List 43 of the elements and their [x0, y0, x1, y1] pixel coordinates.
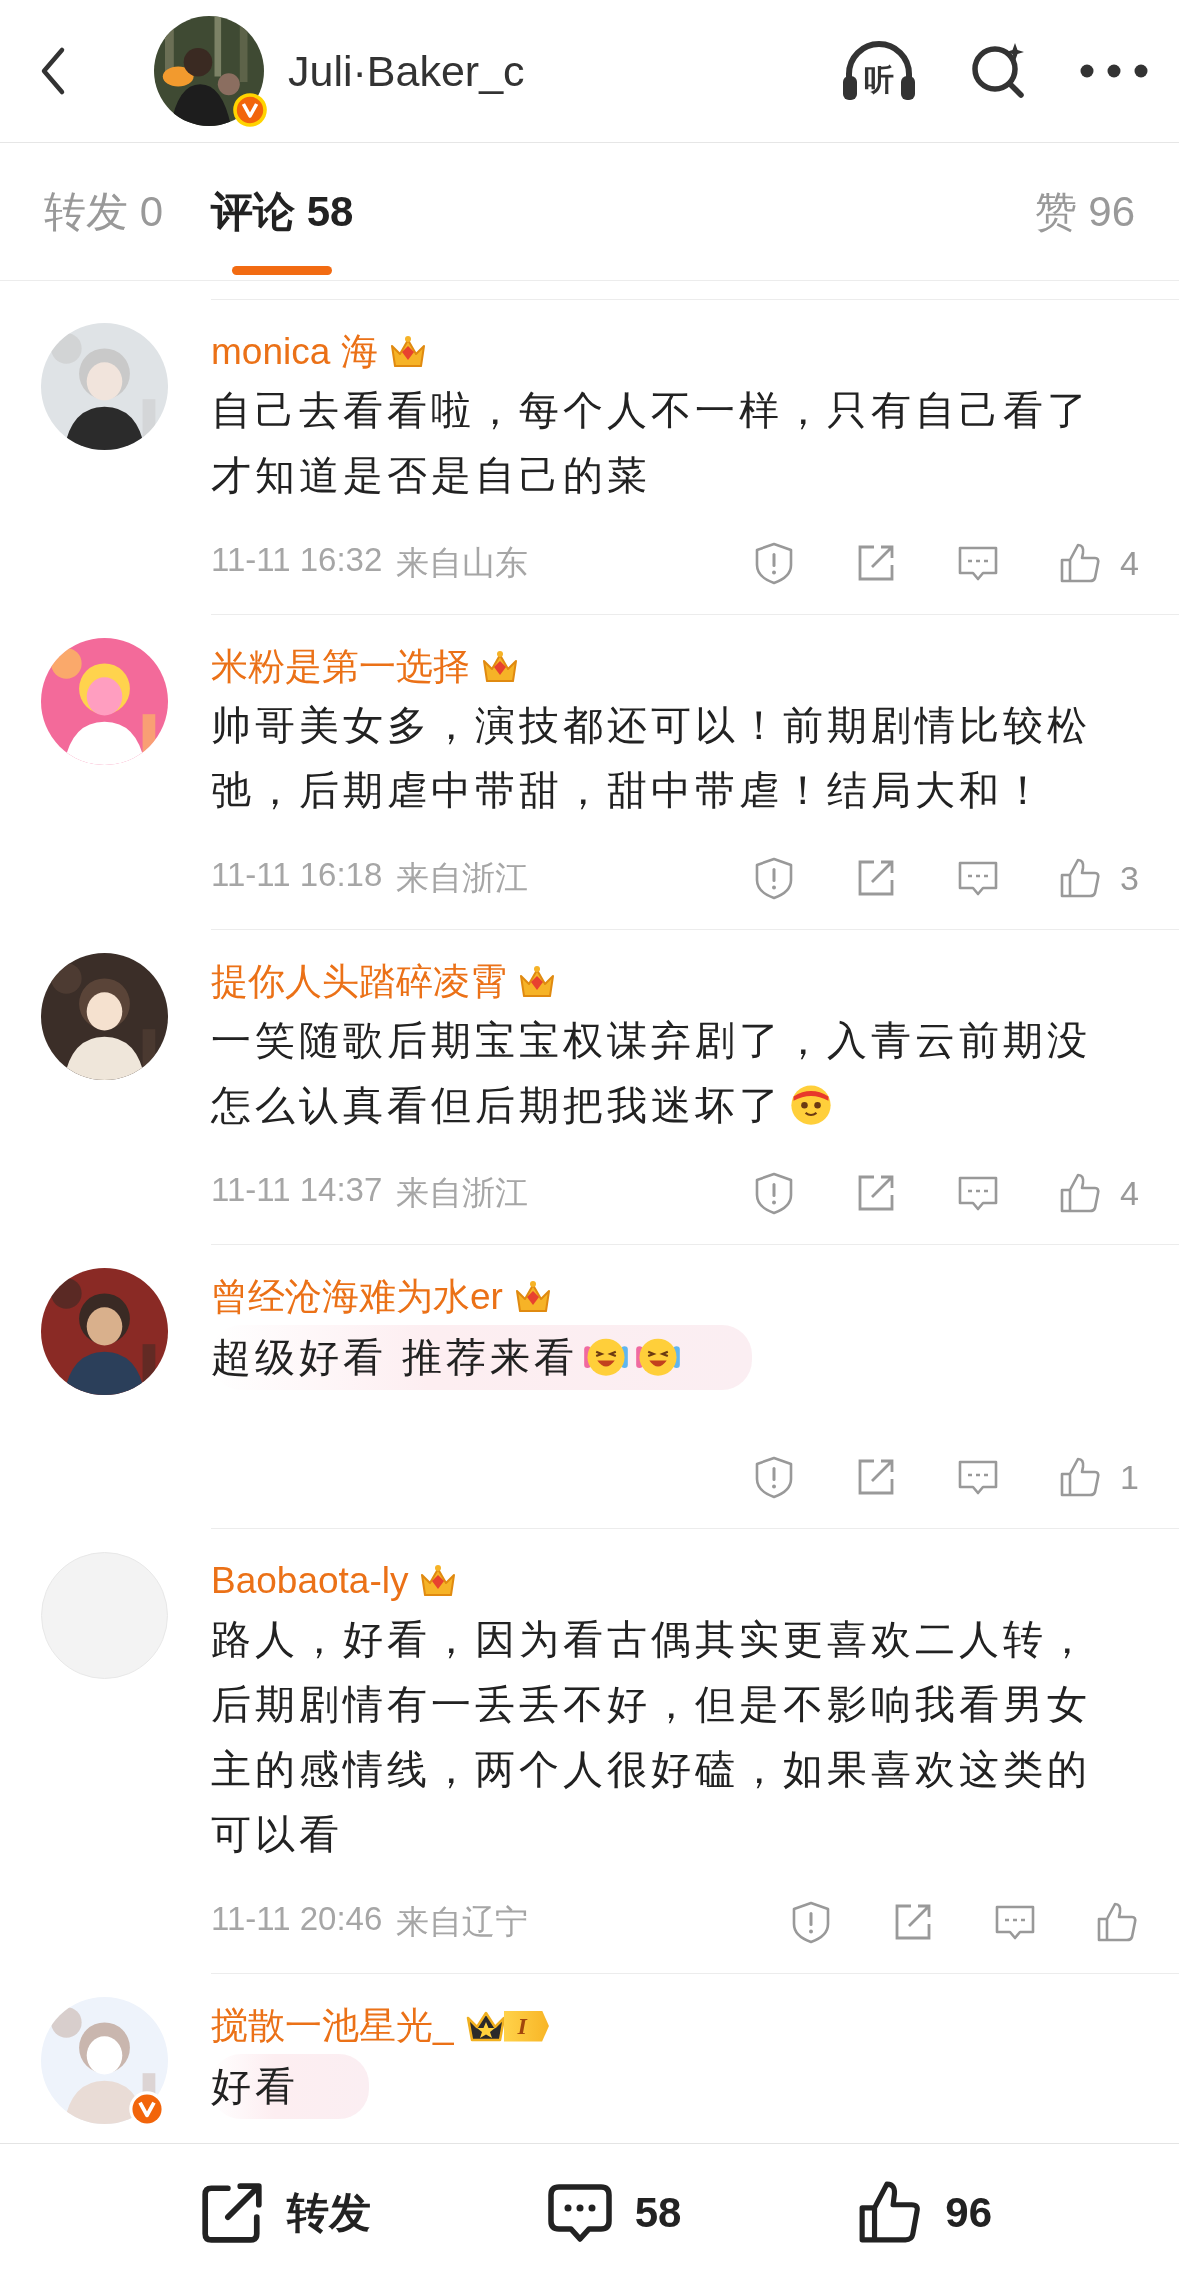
comment-time: 11-11 14:37 [211, 1170, 383, 1210]
commenter-name[interactable]: 提你人头踏碎凌霄 [211, 957, 507, 1007]
comment-location: 来自山东 [396, 542, 529, 583]
comment-text: 可以看 [211, 1812, 343, 1856]
comment-text: 路人，好看，因为看古偶其实更喜欢二人转， [211, 1617, 1091, 1661]
comment-text: 怎么认真看但后期把我迷坏了 [211, 1083, 783, 1127]
like-count: 4 [1120, 543, 1139, 583]
user-name: Juli·Baker_c [288, 46, 525, 96]
comment-location: 来自浙江 [396, 857, 529, 898]
comment-time: 11-11 16:18 [211, 855, 383, 895]
tab[interactable]: 转发 0 [44, 142, 164, 281]
commenter-name[interactable]: 曾经沧海难为水er [211, 1272, 503, 1322]
comment-button[interactable]: 58 [544, 2180, 682, 2246]
level-tag: I [503, 2010, 549, 2042]
comment-time: 11-11 16:32 [211, 540, 383, 580]
commenter-name[interactable]: 搅散一池星光_ [211, 2001, 454, 2051]
comment-text: 后期剧情有一丢丢不好，但是不影响我看男女 [211, 1682, 1091, 1726]
comment-location: 来自辽宁 [396, 1901, 529, 1942]
like-count: 4 [1120, 1173, 1139, 1213]
more-icon[interactable] [1079, 63, 1149, 79]
like-icon[interactable] [1095, 1900, 1139, 1944]
crown-icon [517, 964, 557, 1000]
crown-icon [480, 649, 520, 685]
comment-text: 超级好看 推荐来看 [211, 1335, 579, 1379]
commenter-name[interactable]: Baobaota-ly [211, 1560, 409, 1602]
tab[interactable]: 评论 58 [211, 142, 354, 281]
like-button[interactable]: 96 [855, 2180, 993, 2246]
comment-location: 来自浙江 [396, 1172, 529, 1213]
listen-button[interactable]: 听 [839, 36, 919, 106]
comment-text: 好看 [211, 2064, 299, 2108]
comment-text: 自己去看看啦，每个人不一样，只有自己看了 [211, 388, 1091, 432]
like-count: 1 [1120, 1457, 1139, 1497]
likes-tab[interactable]: 赞 96 [1034, 142, 1135, 281]
comment-text: 才知道是否是自己的菜 [211, 453, 651, 497]
comment-text: 帅哥美女多，演技都还可以！前期剧情比较松 [211, 703, 1091, 747]
comment-text: 弛，后期虐中带甜，甜中带虐！结局大和！ [211, 768, 1047, 812]
commenter-name[interactable]: 米粉是第一选择 [211, 642, 470, 692]
comment-time: 11-11 20:46 [211, 1899, 383, 1939]
comment-text: 一笑随歌后期宝宝权谋弃剧了，入青云前期没 [211, 1018, 1091, 1062]
commenter-name[interactable]: monica 海 [211, 327, 378, 377]
repost-button[interactable]: 转发 [196, 2180, 371, 2246]
comment-text: 主的感情线，两个人很好磕，如果喜欢这类的 [211, 1747, 1091, 1791]
like-count: 3 [1120, 858, 1139, 898]
